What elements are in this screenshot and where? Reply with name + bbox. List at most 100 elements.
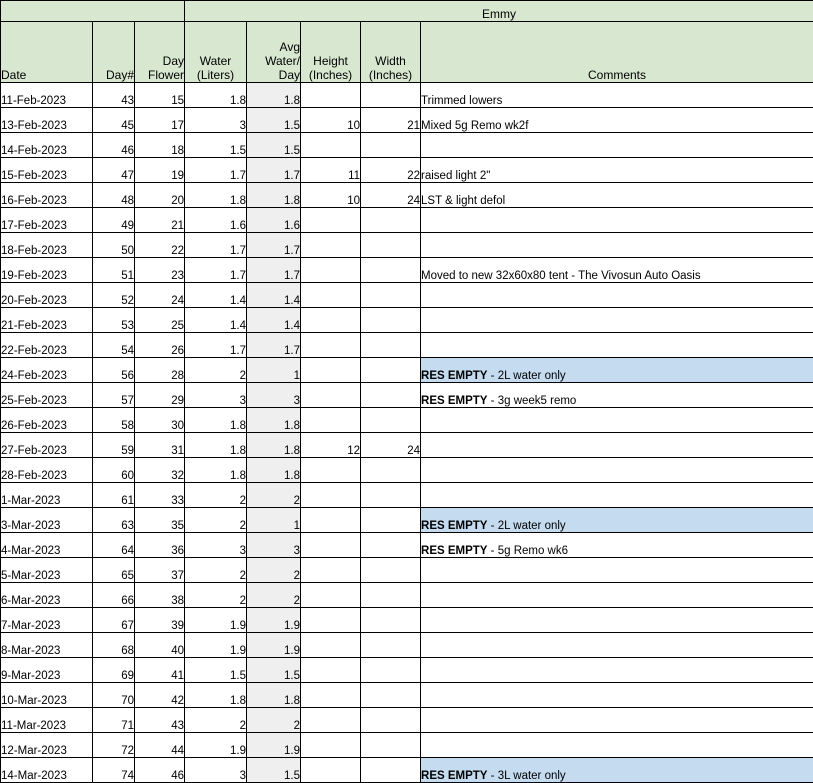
cell-avg-water[interactable]: 1.8 <box>247 433 301 458</box>
cell-width[interactable] <box>361 558 421 583</box>
cell-comment[interactable] <box>421 458 813 483</box>
cell-water[interactable]: 3 <box>185 758 247 783</box>
cell-day-flower[interactable]: 37 <box>135 558 185 583</box>
cell-height[interactable] <box>301 508 361 533</box>
cell-date[interactable]: 16-Feb-2023 <box>1 183 93 208</box>
cell-width[interactable] <box>361 283 421 308</box>
cell-date[interactable]: 6-Mar-2023 <box>1 583 93 608</box>
cell-date[interactable]: 8-Mar-2023 <box>1 633 93 658</box>
cell-height[interactable] <box>301 458 361 483</box>
cell-height[interactable] <box>301 733 361 758</box>
cell-comment[interactable]: RES EMPTY - 5g Remo wk6 <box>421 533 813 558</box>
cell-date[interactable]: 20-Feb-2023 <box>1 283 93 308</box>
cell-date[interactable]: 26-Feb-2023 <box>1 408 93 433</box>
cell-width[interactable] <box>361 758 421 783</box>
column-header-day-number[interactable]: Day# <box>93 22 135 83</box>
cell-day-flower[interactable]: 32 <box>135 458 185 483</box>
cell-day-flower[interactable]: 31 <box>135 433 185 458</box>
cell-avg-water[interactable]: 1.5 <box>247 108 301 133</box>
cell-day-flower[interactable]: 28 <box>135 358 185 383</box>
cell-day-flower[interactable]: 43 <box>135 708 185 733</box>
cell-day-number[interactable]: 61 <box>93 483 135 508</box>
cell-water[interactable]: 1.9 <box>185 608 247 633</box>
cell-day-number[interactable]: 60 <box>93 458 135 483</box>
cell-date[interactable]: 1-Mar-2023 <box>1 483 93 508</box>
cell-day-flower[interactable]: 22 <box>135 233 185 258</box>
cell-water[interactable]: 1.8 <box>185 83 247 108</box>
cell-day-number[interactable]: 67 <box>93 608 135 633</box>
cell-day-number[interactable]: 46 <box>93 133 135 158</box>
cell-water[interactable]: 1.4 <box>185 308 247 333</box>
cell-day-flower[interactable]: 21 <box>135 208 185 233</box>
cell-day-number[interactable]: 64 <box>93 533 135 558</box>
cell-height[interactable] <box>301 683 361 708</box>
cell-height[interactable] <box>301 608 361 633</box>
cell-width[interactable] <box>361 233 421 258</box>
cell-day-number[interactable]: 52 <box>93 283 135 308</box>
cell-day-number[interactable]: 53 <box>93 308 135 333</box>
cell-avg-water[interactable]: 3 <box>247 533 301 558</box>
cell-comment[interactable] <box>421 283 813 308</box>
cell-height[interactable] <box>301 708 361 733</box>
cell-date[interactable]: 19-Feb-2023 <box>1 258 93 283</box>
cell-day-number[interactable]: 66 <box>93 583 135 608</box>
cell-comment[interactable]: Trimmed lowers <box>421 83 813 108</box>
cell-height[interactable] <box>301 308 361 333</box>
cell-day-number[interactable]: 54 <box>93 333 135 358</box>
cell-date[interactable]: 22-Feb-2023 <box>1 333 93 358</box>
cell-day-flower[interactable]: 30 <box>135 408 185 433</box>
cell-date[interactable]: 14-Mar-2023 <box>1 758 93 783</box>
cell-day-number[interactable]: 57 <box>93 383 135 408</box>
cell-water[interactable]: 1.4 <box>185 283 247 308</box>
cell-height[interactable] <box>301 208 361 233</box>
cell-day-flower[interactable]: 25 <box>135 308 185 333</box>
cell-comment[interactable]: Mixed 5g Remo wk2f <box>421 108 813 133</box>
cell-day-flower[interactable]: 36 <box>135 533 185 558</box>
cell-comment[interactable] <box>421 733 813 758</box>
cell-date[interactable]: 13-Feb-2023 <box>1 108 93 133</box>
cell-day-number[interactable]: 51 <box>93 258 135 283</box>
cell-comment[interactable]: LST & light defol <box>421 183 813 208</box>
cell-day-flower[interactable]: 20 <box>135 183 185 208</box>
cell-height[interactable]: 10 <box>301 108 361 133</box>
cell-day-number[interactable]: 50 <box>93 233 135 258</box>
cell-date[interactable]: 11-Feb-2023 <box>1 83 93 108</box>
cell-comment[interactable] <box>421 583 813 608</box>
cell-width[interactable]: 22 <box>361 158 421 183</box>
cell-comment[interactable] <box>421 608 813 633</box>
cell-width[interactable] <box>361 458 421 483</box>
cell-water[interactable]: 2 <box>185 583 247 608</box>
cell-day-number[interactable]: 63 <box>93 508 135 533</box>
cell-date[interactable]: 14-Feb-2023 <box>1 133 93 158</box>
cell-avg-water[interactable]: 1.8 <box>247 408 301 433</box>
cell-width[interactable] <box>361 733 421 758</box>
column-header-day-flower[interactable]: Day Flower <box>135 22 185 83</box>
cell-height[interactable] <box>301 658 361 683</box>
cell-day-number[interactable]: 74 <box>93 758 135 783</box>
cell-height[interactable]: 12 <box>301 433 361 458</box>
cell-comment[interactable] <box>421 483 813 508</box>
cell-water[interactable]: 2 <box>185 358 247 383</box>
cell-comment[interactable] <box>421 308 813 333</box>
cell-comment[interactable] <box>421 333 813 358</box>
cell-avg-water[interactable]: 1.7 <box>247 333 301 358</box>
cell-day-flower[interactable]: 26 <box>135 333 185 358</box>
cell-water[interactable]: 1.7 <box>185 258 247 283</box>
cell-water[interactable]: 1.8 <box>185 183 247 208</box>
cell-water[interactable]: 2 <box>185 508 247 533</box>
cell-date[interactable]: 21-Feb-2023 <box>1 308 93 333</box>
cell-date[interactable]: 24-Feb-2023 <box>1 358 93 383</box>
cell-day-flower[interactable]: 29 <box>135 383 185 408</box>
cell-date[interactable]: 27-Feb-2023 <box>1 433 93 458</box>
cell-date[interactable]: 25-Feb-2023 <box>1 383 93 408</box>
cell-avg-water[interactable]: 1.7 <box>247 233 301 258</box>
cell-day-number[interactable]: 49 <box>93 208 135 233</box>
cell-avg-water[interactable]: 2 <box>247 558 301 583</box>
cell-comment[interactable] <box>421 683 813 708</box>
cell-date[interactable]: 7-Mar-2023 <box>1 608 93 633</box>
cell-height[interactable] <box>301 333 361 358</box>
cell-water[interactable]: 2 <box>185 483 247 508</box>
cell-width[interactable] <box>361 508 421 533</box>
cell-water[interactable]: 1.8 <box>185 408 247 433</box>
cell-day-number[interactable]: 58 <box>93 408 135 433</box>
